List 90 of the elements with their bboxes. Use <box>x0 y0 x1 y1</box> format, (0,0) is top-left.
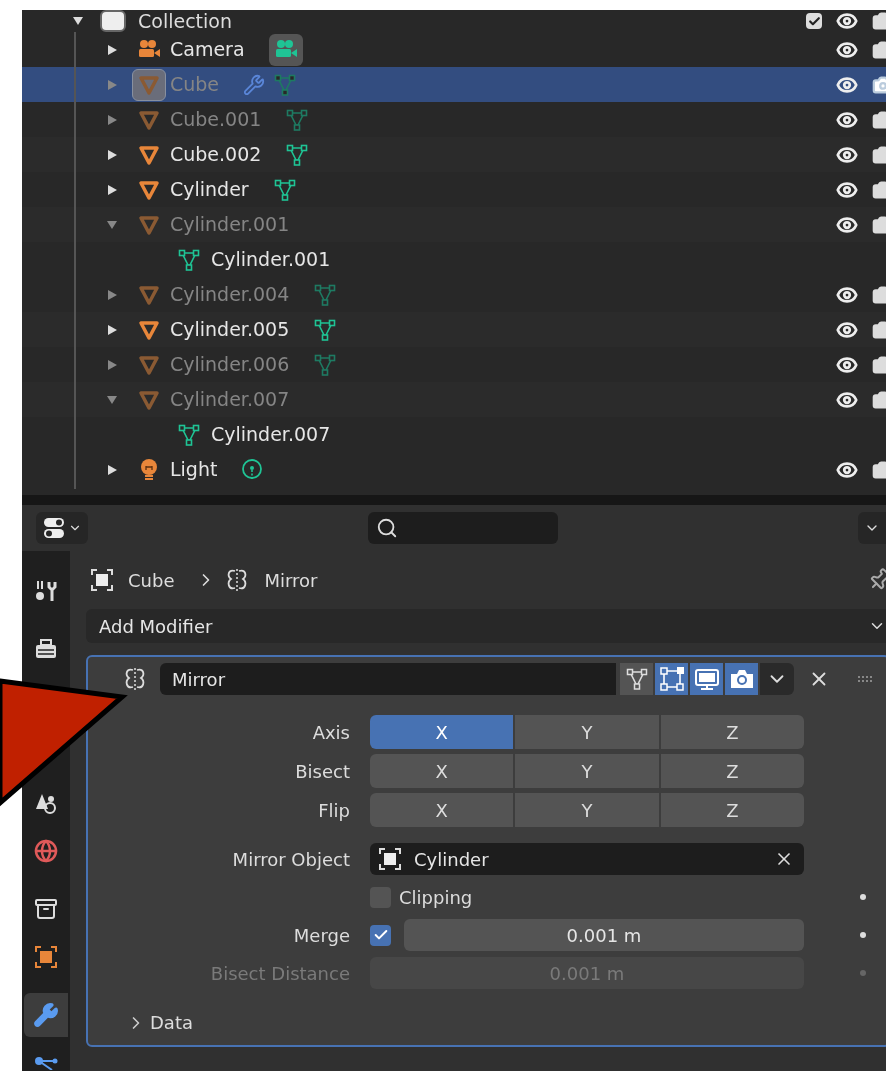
light-data-icon <box>241 457 264 482</box>
row-label: Merge <box>292 923 351 948</box>
mesh-data-icon <box>177 422 201 447</box>
dropdown-button[interactable] <box>858 512 886 544</box>
globe-icon <box>34 839 58 863</box>
object-name[interactable]: Cylinder.004 <box>170 280 290 309</box>
mesh-data-icon <box>273 72 298 97</box>
toggle-switches-icon <box>42 516 66 540</box>
row-label: Flip <box>317 798 351 823</box>
axis-toggle[interactable]: X <box>370 754 514 788</box>
modifier-toggle[interactable] <box>690 663 723 695</box>
axis-toggle[interactable]: Y <box>515 715 659 749</box>
collapsed-triangle-icon[interactable] <box>106 148 118 161</box>
object-icon <box>378 847 402 871</box>
monitor-icon <box>693 667 720 691</box>
edit-mode-icon <box>658 666 685 692</box>
mesh-object-icon <box>138 353 160 376</box>
drag-handle-icon[interactable] <box>858 676 872 682</box>
collection-icon <box>100 10 126 32</box>
mesh-object-icon <box>138 283 160 306</box>
row-label: Bisect <box>294 759 351 784</box>
collapsed-triangle-icon[interactable] <box>106 43 118 56</box>
mesh-data-icon <box>272 177 297 202</box>
object-picker-field[interactable]: Cylinder <box>370 843 804 875</box>
mesh-data-icon <box>177 247 201 272</box>
mesh-object-icon <box>138 73 160 96</box>
mesh-object-icon <box>138 108 160 131</box>
mesh-data-name[interactable]: Cylinder.001 <box>211 245 331 274</box>
checkbox[interactable] <box>370 924 391 946</box>
mesh-object-icon <box>138 143 160 166</box>
object-picker-value: Cylinder <box>414 847 489 872</box>
object-name[interactable]: Cylinder.006 <box>170 350 290 379</box>
checkbox-label[interactable]: Clipping <box>399 883 473 911</box>
row-label: Bisect Distance <box>209 961 351 986</box>
wrench-icon <box>33 1002 59 1028</box>
dropdown-button[interactable] <box>760 663 794 695</box>
mesh-data-icon <box>313 282 338 307</box>
object-name[interactable]: Camera <box>170 35 245 64</box>
axis-toggle[interactable]: Y <box>515 793 659 827</box>
axis-toggle[interactable]: X <box>370 715 514 749</box>
printer-icon <box>34 638 58 660</box>
collapsed-triangle-icon[interactable] <box>106 323 118 336</box>
subpanel-title[interactable]: Data <box>150 1009 193 1036</box>
light-bulb-icon <box>139 457 159 482</box>
object-name[interactable]: Cube.002 <box>170 140 262 169</box>
row-label: Mirror Object <box>231 847 351 872</box>
modifier-toggle[interactable] <box>655 663 688 695</box>
expanded-triangle-icon[interactable] <box>72 15 84 27</box>
mesh-data-icon <box>313 317 338 342</box>
mesh-data-icon <box>285 142 310 167</box>
breadcrumb-item[interactable]: Mirror <box>264 566 318 594</box>
mesh-object-icon <box>138 178 160 201</box>
eye-icon[interactable] <box>836 10 858 32</box>
search-field[interactable] <box>368 512 558 544</box>
number-field[interactable]: 0.001 m <box>404 919 804 951</box>
collection-checkbox[interactable] <box>806 13 822 29</box>
axis-toggle[interactable]: Z <box>660 715 804 749</box>
mesh-cage-icon <box>624 667 649 691</box>
collapsed-triangle-icon[interactable] <box>106 183 118 196</box>
tool-icon <box>34 579 58 603</box>
object-name[interactable]: Cylinder.001 <box>170 210 290 239</box>
mesh-data-name[interactable]: Cylinder.007 <box>211 420 331 449</box>
mesh-object-icon <box>138 213 160 236</box>
row-label: Axis <box>311 720 351 745</box>
search-icon <box>376 517 398 539</box>
object-name[interactable]: Cube.001 <box>170 105 262 134</box>
object-name[interactable]: Cylinder.007 <box>170 385 290 414</box>
object-name[interactable]: Light <box>170 455 218 484</box>
breadcrumb-item[interactable]: Cube <box>128 566 175 594</box>
add-modifier-dropdown[interactable]: Add Modifier <box>86 609 886 643</box>
axis-toggle[interactable]: Z <box>660 793 804 827</box>
archive-icon <box>34 897 58 921</box>
axis-toggle[interactable]: Z <box>660 754 804 788</box>
modifier-toggle[interactable] <box>620 663 653 695</box>
object-icon <box>90 568 114 592</box>
modifier-toggle[interactable] <box>725 663 758 695</box>
object-name[interactable]: Cylinder <box>170 175 249 204</box>
modifier-name-field[interactable]: Mirror <box>160 663 616 695</box>
editor-type-button[interactable] <box>36 512 88 544</box>
mesh-data-icon <box>285 107 310 132</box>
object-square-icon <box>34 945 58 969</box>
mesh-object-icon <box>138 318 160 341</box>
check-icon <box>807 14 821 28</box>
object-name[interactable]: Cylinder.005 <box>170 315 290 344</box>
axis-toggle[interactable]: X <box>370 793 514 827</box>
particles-icon <box>34 1056 58 1070</box>
collapsed-triangle-icon[interactable] <box>106 463 118 476</box>
mesh-object-icon <box>138 388 160 411</box>
mesh-data-icon <box>313 352 338 377</box>
axis-toggle[interactable]: Y <box>515 754 659 788</box>
